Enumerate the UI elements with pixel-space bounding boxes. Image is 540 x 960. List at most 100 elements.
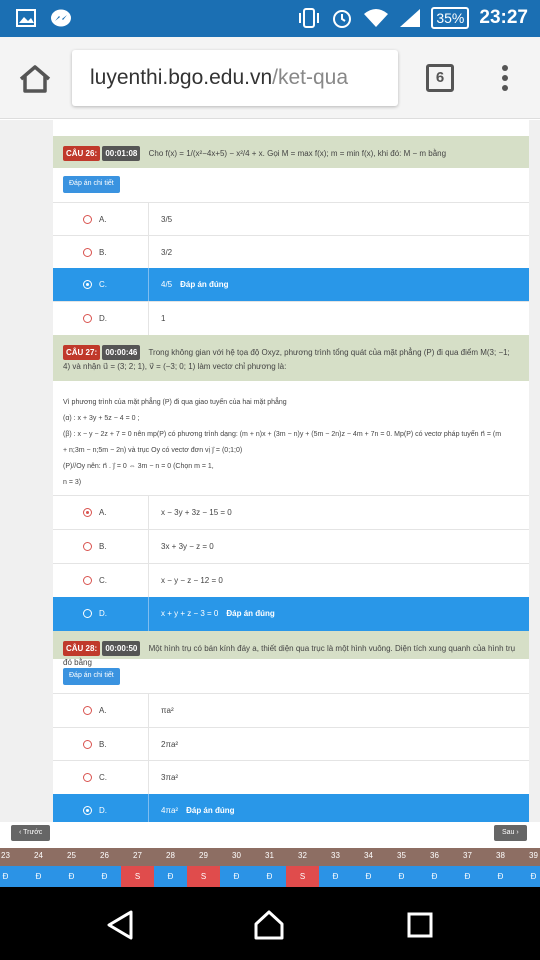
prev-button[interactable]: ‹ Trước — [11, 825, 51, 841]
radio-button[interactable] — [83, 773, 92, 782]
explanation-line: (P)//Oy nên: n⃗ . j⃗ = 0 ⇔ 3m − n = 0 (C… — [63, 463, 214, 470]
question-number-cell[interactable]: 35 — [385, 851, 418, 860]
result-cell[interactable]: Đ — [253, 866, 286, 887]
result-cell[interactable]: Đ — [484, 866, 517, 887]
option-row[interactable]: A. πa² — [53, 693, 529, 728]
question-number-cell[interactable]: 36 — [418, 851, 451, 860]
option-row[interactable]: A. 3/5 — [53, 202, 529, 237]
explanation-line: (β) : x − y − 2z + 7 = 0 nên mp(P) có ph… — [63, 431, 502, 438]
chevron-right-icon: › — [514, 829, 519, 836]
option-row[interactable]: B. 3x + 3y − z = 0 — [53, 529, 529, 564]
question-number-cell[interactable]: 34 — [352, 851, 385, 860]
option-row[interactable]: B. 3/2 — [53, 235, 529, 270]
radio-button-selected[interactable] — [83, 508, 92, 517]
option-letter: D. — [99, 806, 107, 815]
option-value: 2πa² — [161, 740, 179, 749]
radio-button[interactable] — [83, 215, 92, 224]
question-number-cell[interactable]: 23 — [0, 851, 22, 860]
divider — [148, 268, 149, 302]
option-row-correct[interactable]: C. 4/5 Đáp án đúng — [53, 268, 529, 302]
radio-button[interactable] — [83, 740, 92, 749]
result-cell[interactable]: Đ — [22, 866, 55, 887]
recents-icon[interactable] — [407, 909, 433, 941]
status-bar: 35% 23:27 — [0, 0, 540, 37]
option-value: 4/5 — [161, 280, 173, 289]
option-letter: C. — [99, 773, 107, 782]
divider — [148, 728, 149, 762]
divider — [148, 794, 149, 822]
radio-button[interactable] — [83, 576, 92, 585]
question-number-cell[interactable]: 38 — [484, 851, 517, 860]
question-number-cell[interactable]: 26 — [88, 851, 121, 860]
question-header-26: CÂU 26: 00:01:08 Cho f(x) = 1/(x²−4x+5) … — [53, 136, 529, 168]
option-value: 3/5 — [161, 215, 173, 224]
question-number-cell[interactable]: 28 — [154, 851, 187, 860]
page-content: CÂU 26: 00:01:08 Cho f(x) = 1/(x²−4x+5) … — [0, 120, 540, 822]
option-row[interactable]: A. x − 3y + 3z − 15 = 0 — [53, 495, 529, 530]
vibrate-icon — [299, 8, 320, 28]
result-cell[interactable]: Đ — [451, 866, 484, 887]
divider — [148, 236, 149, 270]
option-row-correct[interactable]: D. 4πa² Đáp án đúng — [53, 794, 529, 822]
home-icon[interactable] — [18, 64, 52, 94]
question-number-cell[interactable]: 32 — [286, 851, 319, 860]
question-number-cell[interactable]: 33 — [319, 851, 352, 860]
back-icon[interactable] — [106, 909, 134, 941]
result-cell-wrong[interactable]: S — [286, 866, 319, 887]
explanation-line: Vì phương trình của mặt phẳng (P) đi qua… — [63, 399, 287, 406]
option-row-correct[interactable]: D. x + y + z − 3 = 0 Đáp án đúng — [53, 597, 529, 631]
radio-button-selected[interactable] — [83, 280, 92, 289]
result-cell[interactable]: Đ — [55, 866, 88, 887]
question-number-cell[interactable]: 31 — [253, 851, 286, 860]
question-number-cell[interactable]: 39 — [517, 851, 540, 860]
question-number-cell[interactable]: 30 — [220, 851, 253, 860]
option-letter: B. — [99, 740, 107, 749]
result-cell[interactable]: Đ — [517, 866, 540, 887]
signal-icon — [400, 9, 421, 27]
result-cell[interactable]: Đ — [220, 866, 253, 887]
address-bar[interactable]: luyenthi.bgo.edu.vn/ket-qua — [72, 50, 398, 106]
result-cell[interactable]: Đ — [154, 866, 187, 887]
radio-button[interactable] — [83, 706, 92, 715]
explanation-line: n = 3) — [63, 479, 82, 486]
divider — [148, 564, 149, 598]
question-number-strip: 23 24 25 26 27 28 29 30 31 32 33 34 35 3… — [0, 848, 540, 866]
next-button[interactable]: Sau › — [494, 825, 527, 841]
overflow-menu-icon[interactable] — [498, 63, 512, 93]
tab-switcher-button[interactable]: 6 — [426, 64, 454, 92]
option-letter: D. — [99, 314, 107, 323]
explanation-line: (α) : x + 3y + 5z − 4 = 0 ; — [63, 415, 140, 422]
question-number-cell[interactable]: 24 — [22, 851, 55, 860]
result-cell[interactable]: Đ — [418, 866, 451, 887]
option-value: 1 — [161, 314, 166, 323]
radio-button-selected[interactable] — [83, 806, 92, 815]
detail-answer-button[interactable]: Đáp án chi tiết — [63, 668, 120, 685]
result-cell[interactable]: Đ — [0, 866, 22, 887]
option-row[interactable]: D. 1 — [53, 301, 529, 336]
question-number-cell[interactable]: 25 — [55, 851, 88, 860]
divider — [148, 203, 149, 237]
divider — [148, 761, 149, 795]
home-nav-icon[interactable] — [253, 909, 285, 941]
result-cell[interactable]: Đ — [88, 866, 121, 887]
option-row[interactable]: C. 3πa² — [53, 760, 529, 795]
option-row[interactable]: B. 2πa² — [53, 727, 529, 762]
radio-button[interactable] — [83, 314, 92, 323]
result-cell-wrong[interactable]: S — [187, 866, 220, 887]
question-number-cell[interactable]: 37 — [451, 851, 484, 860]
radio-button[interactable] — [83, 542, 92, 551]
radio-button[interactable] — [83, 609, 92, 618]
result-cell[interactable]: Đ — [319, 866, 352, 887]
battery-indicator: 35% — [431, 7, 470, 29]
detail-answer-button[interactable]: Đáp án chi tiết — [63, 176, 120, 193]
question-number-cell[interactable]: 29 — [187, 851, 220, 860]
radio-button[interactable] — [83, 248, 92, 257]
question-number: CÂU 28: — [63, 641, 101, 656]
option-row[interactable]: C. x − y − z − 12 = 0 — [53, 563, 529, 598]
question-number-cell[interactable]: 27 — [121, 851, 154, 860]
option-value: x − y − z − 12 = 0 — [161, 576, 223, 585]
result-cell-wrong[interactable]: S — [121, 866, 154, 887]
result-cell[interactable]: Đ — [385, 866, 418, 887]
result-cell[interactable]: Đ — [352, 866, 385, 887]
option-value: 3x + 3y − z = 0 — [161, 542, 214, 551]
